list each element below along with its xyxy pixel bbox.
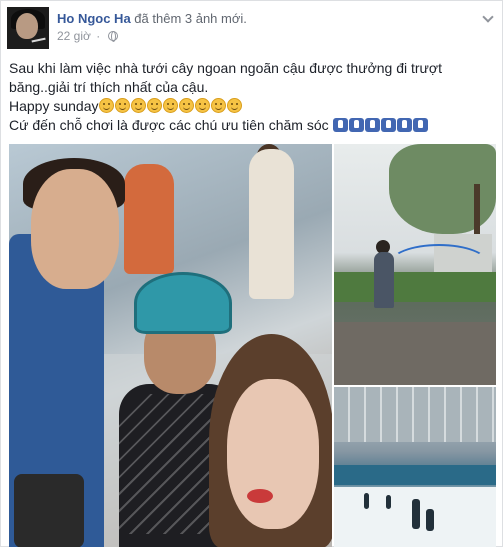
post-text-line-label: Happy sunday (9, 98, 99, 114)
smile-emoji-icon (98, 98, 114, 113)
thumbs-up-icon (364, 118, 380, 132)
globe-icon[interactable] (107, 31, 118, 42)
post-text-line: Happy sunday (9, 97, 497, 116)
post-timestamp[interactable]: 22 giờ (57, 29, 91, 43)
smile-emoji-icon (210, 98, 226, 113)
chevron-down-icon[interactable] (482, 11, 494, 23)
smile-emoji-icon (178, 98, 194, 113)
smile-emoji-icon (162, 98, 178, 113)
post-header: Ho Ngoc Ha đã thêm 3 ảnh mới. (57, 10, 247, 27)
photo-watering-plants[interactable] (334, 144, 496, 385)
photo-ice-rink[interactable] (334, 387, 496, 547)
facebook-post: Ho Ngoc Ha đã thêm 3 ảnh mới. 22 giờ · S… (0, 0, 503, 547)
thumbs-up-icon (348, 118, 364, 132)
post-action-text: đã thêm 3 ảnh mới. (134, 11, 247, 26)
post-meta: 22 giờ · (57, 29, 118, 44)
smile-emoji-icon (130, 98, 146, 113)
smile-emoji-icon (146, 98, 162, 113)
post-text-line: Cứ đến chỗ chơi là được các chú ưu tiên … (9, 116, 497, 135)
post-text-line: Sau khi làm việc nhà tưới cây ngoan ngoã… (9, 60, 442, 76)
meta-separator: · (96, 29, 101, 43)
smile-emoji-row (98, 98, 243, 114)
post-text-line-label: Cứ đến chỗ chơi là được các chú ưu tiên … (9, 117, 333, 133)
thumbs-up-icon (332, 118, 348, 132)
photo-selfie-ice-rink[interactable] (9, 144, 332, 547)
profile-avatar[interactable] (7, 7, 49, 49)
smile-emoji-icon (194, 98, 210, 113)
thumbs-up-emoji-row (332, 117, 429, 133)
post-text-line: băng..giải trí thích nhất của cậu. (9, 79, 209, 95)
thumbs-up-icon (412, 118, 428, 132)
post-message: Sau khi làm việc nhà tưới cây ngoan ngoã… (9, 59, 497, 135)
smile-emoji-icon (226, 98, 242, 113)
author-name-link[interactable]: Ho Ngoc Ha (57, 11, 131, 26)
thumbs-up-icon (396, 118, 412, 132)
smile-emoji-icon (114, 98, 130, 113)
thumbs-up-icon (380, 118, 396, 132)
